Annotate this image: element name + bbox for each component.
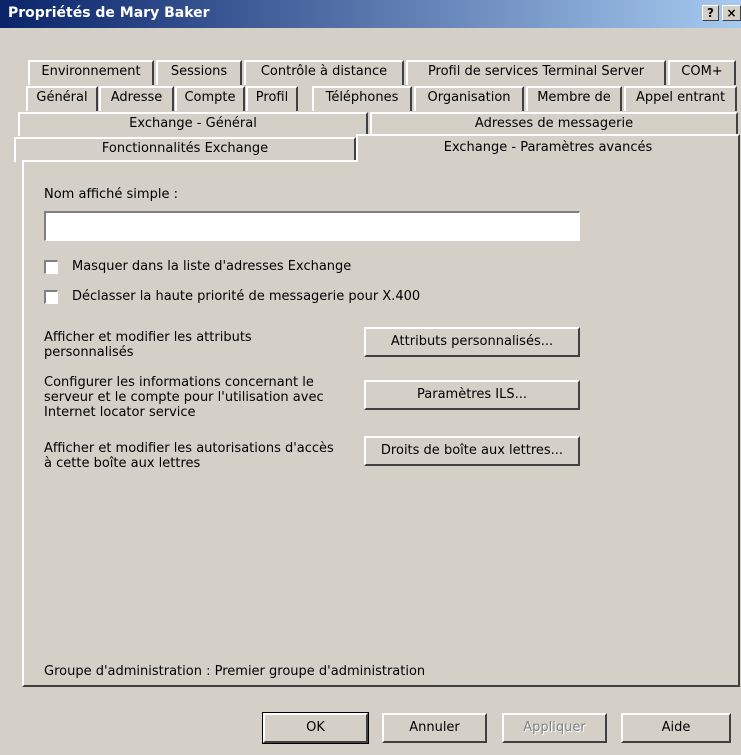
help-button[interactable]: Aide [621,713,731,743]
tab-adresses-messagerie[interactable]: Adresses de messagerie [370,112,738,136]
tab-environnement[interactable]: Environnement [28,60,154,85]
mailbox-rights-description: Afficher et modifier les autorisations d… [44,441,334,471]
window-title: Propriétés de Mary Baker [8,5,210,21]
tab-general[interactable]: Général [26,86,98,111]
tab-exchange-general[interactable]: Exchange - Général [18,112,368,136]
admin-group-text: Groupe d'administration : Premier groupe… [44,664,426,679]
tab-appel-entrant[interactable]: Appel entrant [624,86,737,111]
tab-com-plus[interactable]: COM+ [668,60,736,85]
tab-telephones[interactable]: Téléphones [312,86,412,111]
simple-name-label: Nom affiché simple : [44,187,178,202]
simple-name-label-text: Nom affiché simple : [44,187,178,202]
hide-from-address-list-label[interactable]: Masquer dans la liste d'adresses Exchang… [72,259,351,274]
downgrade-priority-checkbox[interactable] [44,290,58,304]
ok-button[interactable]: OK [262,712,369,744]
simple-name-input[interactable] [44,211,580,241]
tab-profil-terminal-server[interactable]: Profil de services Terminal Server [406,60,666,85]
tab-organisation[interactable]: Organisation [414,86,524,111]
help-title-button[interactable]: ? [702,5,719,21]
tab-membre-de[interactable]: Membre de [526,86,622,111]
title-bar[interactable]: Propriétés de Mary Baker ? × [0,0,741,28]
tab-sessions[interactable]: Sessions [156,60,242,85]
apply-button[interactable]: Appliquer [502,713,607,743]
custom-attributes-button[interactable]: Attributs personnalisés... [364,327,580,357]
ils-settings-button[interactable]: Paramètres ILS... [364,380,580,410]
cancel-button[interactable]: Annuler [382,713,487,743]
close-button[interactable]: × [722,5,741,21]
tab-fonctionnalites-exchange[interactable]: Fonctionnalités Exchange [14,137,356,162]
downgrade-priority-label[interactable]: Déclasser la haute priorité de messageri… [72,289,420,304]
hide-from-address-list-checkbox[interactable] [44,260,58,274]
ils-description: Configurer les informations concernant l… [44,375,324,420]
custom-attributes-description: Afficher et modifier les attributs perso… [44,330,252,360]
tab-profil[interactable]: Profil [246,86,298,111]
tab-controle-distance[interactable]: Contrôle à distance [244,60,404,85]
tab-exchange-parametres-avances[interactable]: Exchange - Paramètres avancés [356,134,740,162]
tab-adresse[interactable]: Adresse [99,86,174,111]
tab-compte[interactable]: Compte [175,86,245,111]
mailbox-rights-button[interactable]: Droits de boîte aux lettres... [364,436,580,466]
properties-dialog: Propriétés de Mary Baker ? × Environneme… [0,0,741,755]
